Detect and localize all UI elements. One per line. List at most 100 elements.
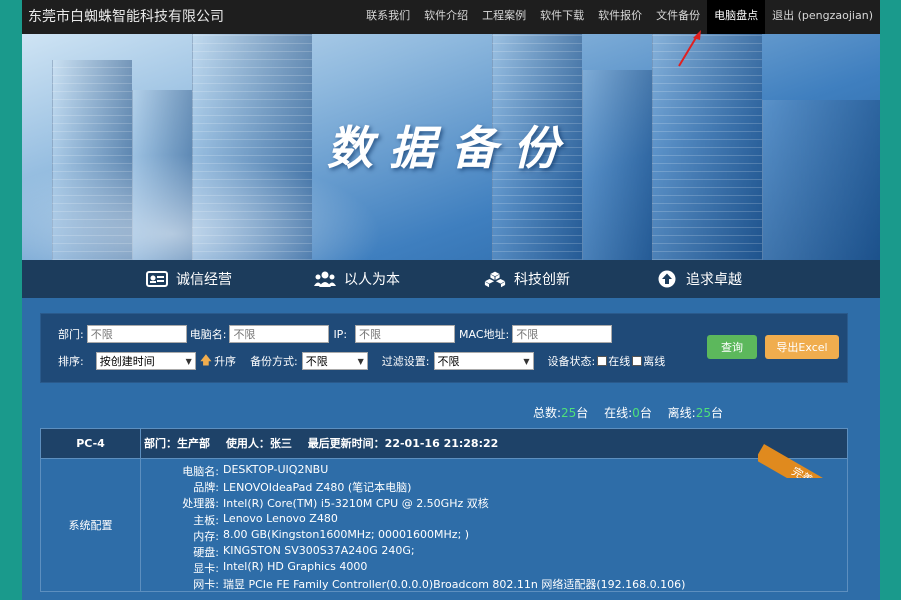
backup-value: 不限 (305, 355, 328, 368)
mac-input[interactable] (512, 325, 613, 343)
online-count: 0 (632, 406, 640, 420)
ip-input[interactable] (355, 325, 456, 343)
total-label: 总数: (532, 406, 561, 420)
spec-row: 电脑名: DESKTOP-UIQ2NBU (141, 463, 841, 479)
online-checkbox[interactable] (597, 356, 608, 366)
spec-row: 网卡: 瑞昱 PCIe FE Family Controller(0.0.0.0)… (141, 576, 841, 592)
spec-row: 显卡: Intel(R) HD Graphics 4000 (141, 560, 841, 576)
online-label: 在线 (608, 355, 631, 368)
spec-key: 处理器: (182, 497, 219, 511)
filterset-select[interactable]: 不限 ▼ (433, 352, 534, 370)
feature-label: 以人为本 (344, 272, 400, 288)
spec-value: Intel(R) HD Graphics 4000 (223, 560, 368, 574)
device-summary: 总数:25台 在线:0台 离线:25台 (533, 404, 723, 421)
spec-value: 瑞昱 PCIe FE Family Controller(0.0.0.0)Bro… (223, 578, 686, 592)
nav-logout[interactable]: 退出 (pengzaojian) (765, 0, 880, 34)
pcname-label: 电脑名: (189, 328, 227, 341)
spec-value: DESKTOP-UIQ2NBU (223, 463, 329, 476)
feature-integrity: 诚信经营 (146, 260, 232, 298)
section-label: 系统配置 (41, 459, 141, 591)
device-user: 使用人：张三 (225, 437, 292, 450)
dept-label: 部门: (58, 328, 84, 341)
offline-count: 25 (695, 406, 711, 420)
spec-list: 电脑名: DESKTOP-UIQ2NBU 品牌: LENOVOIdeaPad Z48… (141, 463, 841, 593)
feature-innovation: 科技创新 (484, 260, 570, 298)
spec-key: 主板: (193, 513, 219, 527)
sort-up-arrow-icon[interactable]: 🡅 (200, 351, 212, 372)
hero-banner: 数据备份 (22, 34, 880, 260)
order-toggle[interactable]: 升序 (214, 353, 236, 369)
chevron-down-icon: ▼ (357, 356, 364, 366)
ip-label: IP: (333, 327, 348, 341)
brand-name[interactable]: 东莞市白蜘蛛智能科技有限公司 (28, 6, 224, 26)
total-count: 25 (561, 406, 577, 420)
spec-key: 显卡: (193, 562, 219, 576)
feature-label: 科技创新 (514, 272, 570, 288)
device-dept: 部门：生产部 (144, 437, 210, 450)
feature-people: 以人为本 (314, 260, 400, 298)
total-unit: 台 (576, 406, 589, 420)
sort-select[interactable]: 按创建时间 ▼ (95, 352, 196, 370)
mac-label: MAC地址: (459, 328, 510, 341)
spec-key: 品牌: (193, 481, 219, 495)
filter-row-1: 部门: 电脑名: IP: MAC地址: (58, 323, 613, 345)
spec-key: 电脑名: (182, 465, 219, 478)
export-excel-button[interactable]: 导出Excel (765, 335, 839, 359)
offline-checkbox[interactable] (632, 356, 643, 366)
cubes-icon (484, 270, 506, 288)
backup-select[interactable]: 不限 ▼ (301, 352, 368, 370)
offline-summary-label: 离线: (667, 406, 696, 420)
arrow-circle-up-icon (656, 270, 678, 288)
page-frame: 东莞市白蜘蛛智能科技有限公司 联系我们 软件介绍 工程案例 软件下载 软件报价 … (22, 0, 880, 600)
spec-key: 硬盘: (193, 545, 219, 559)
nav-pricing[interactable]: 软件报价 (591, 0, 649, 34)
id-card-icon (146, 270, 168, 288)
top-nav: 东莞市白蜘蛛智能科技有限公司 联系我们 软件介绍 工程案例 软件下载 软件报价 … (22, 0, 880, 34)
spec-row: 硬盘: KINGSTON SV300S37A240G 240G; (141, 544, 841, 560)
feature-label: 诚信经营 (176, 272, 232, 288)
users-icon (314, 270, 336, 288)
spec-row: 内存: 8.00 GB(Kingston1600MHz; 00001600MHz;… (141, 528, 841, 544)
pcname-input[interactable] (229, 325, 330, 343)
filter-panel: 部门: 电脑名: IP: MAC地址: 排序: 按创建时间 ▼ 🡅 升序 备份方… (40, 313, 848, 383)
offline-label: 离线 (643, 355, 666, 368)
online-summary-label: 在线: (604, 406, 633, 420)
filterset-label: 过滤设置: (381, 355, 430, 368)
feature-excellence: 追求卓越 (656, 260, 742, 298)
nav-cases[interactable]: 工程案例 (475, 0, 533, 34)
nav-menu: 联系我们 软件介绍 工程案例 软件下载 软件报价 文件备份 电脑盘点 退出 (p… (359, 0, 880, 34)
spec-value: LENOVOIdeaPad Z480 (笔记本电脑) (223, 481, 412, 495)
online-unit: 台 (639, 406, 652, 420)
nav-software-intro[interactable]: 软件介绍 (417, 0, 475, 34)
sort-value: 按创建时间 (99, 355, 155, 368)
chevron-down-icon: ▼ (185, 356, 192, 366)
spec-row: 主板: Lenovo Lenovo Z480 (141, 512, 841, 528)
spec-row: 处理器: Intel(R) Core(TM) i5-3210M CPU @ 2.5… (141, 495, 841, 511)
backup-label: 备份方式: (250, 355, 298, 368)
pointer-arrow-icon (678, 30, 701, 67)
status-label: 设备状态: (547, 355, 596, 368)
device-header: PC-4 部门：生产部 使用人：张三 最后更新时间：22-01-16 21:28… (41, 429, 847, 459)
spec-row: 品牌: LENOVOIdeaPad Z480 (笔记本电脑) (141, 479, 841, 495)
banner-title: 数据备份 (327, 121, 575, 175)
offline-unit: 台 (710, 406, 723, 420)
nav-pc-inventory[interactable]: 电脑盘点 (707, 0, 766, 34)
spec-value: KINGSTON SV300S37A240G 240G; (223, 543, 415, 557)
device-updated: 最后更新时间：22-01-16 21:28:22 (307, 437, 499, 450)
sort-label: 排序: (58, 355, 84, 368)
dept-input[interactable] (86, 325, 187, 343)
device-card: PC-4 部门：生产部 使用人：张三 最后更新时间：22-01-16 21:28… (40, 428, 848, 592)
query-button[interactable]: 查询 (707, 335, 757, 359)
device-meta: 部门：生产部 使用人：张三 最后更新时间：22-01-16 21:28:22 (144, 429, 510, 459)
spec-key: 网卡: (193, 578, 219, 592)
spec-key: 内存: (193, 529, 219, 543)
nav-contact[interactable]: 联系我们 (359, 0, 417, 34)
chevron-down-icon: ▼ (523, 356, 530, 366)
nav-download[interactable]: 软件下载 (533, 0, 591, 34)
filter-row-2: 排序: 按创建时间 ▼ 🡅 升序 备份方式: 不限 ▼ 过滤设置: 不限 ▼ 设… (58, 350, 665, 372)
device-name: PC-4 (41, 429, 141, 459)
spec-value: 8.00 GB(Kingston1600MHz; 00001600MHz; ) (223, 527, 470, 541)
nav-file-backup[interactable]: 文件备份 (649, 0, 707, 34)
feature-label: 追求卓越 (686, 272, 742, 288)
feature-strip: 诚信经营 以人为本 科技创新 追求卓越 (22, 260, 880, 298)
